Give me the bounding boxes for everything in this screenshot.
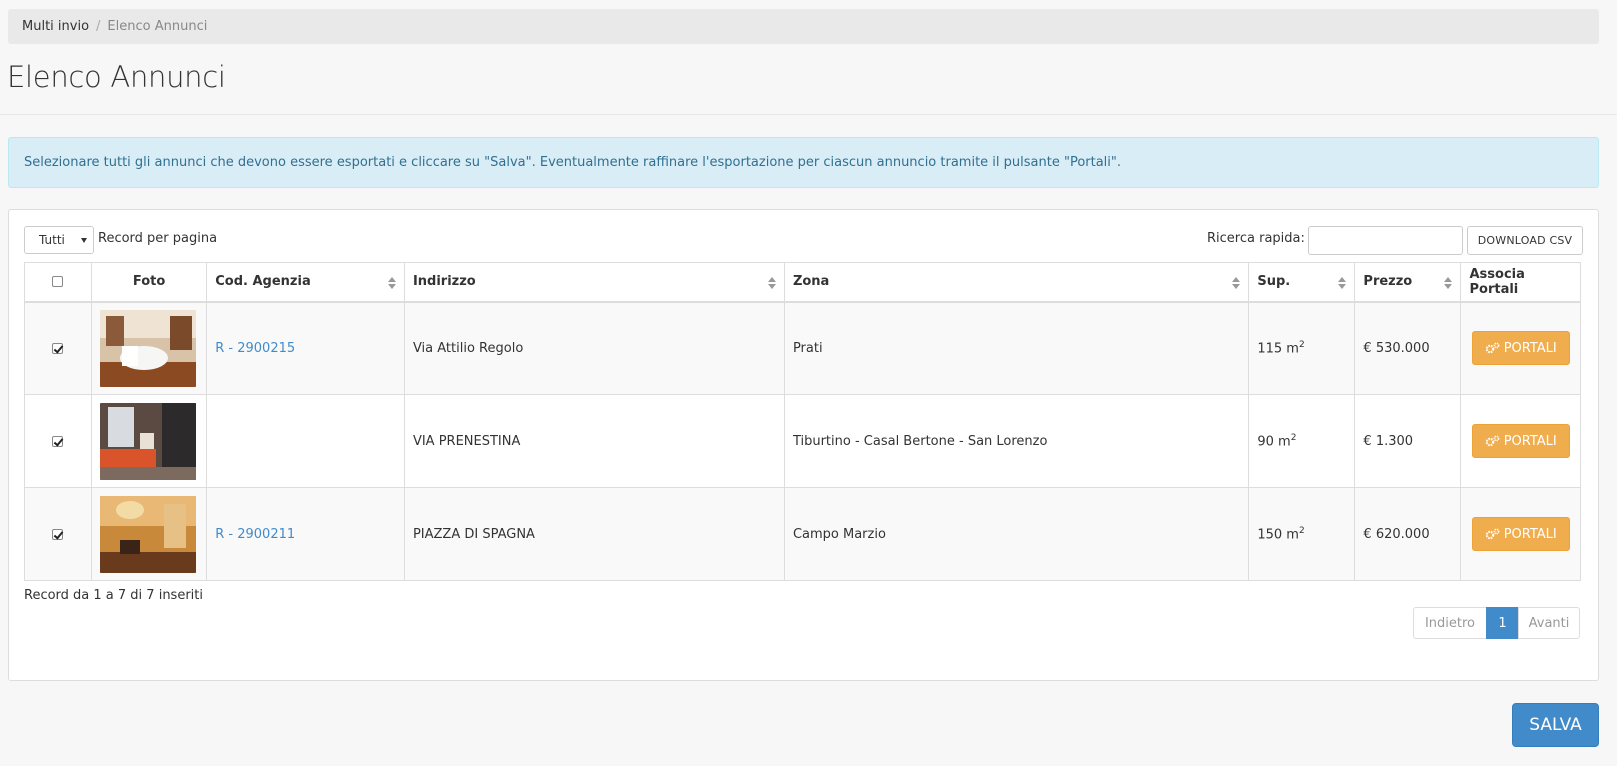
photo-cell [90, 394, 208, 488]
cod-agenzia-cell [206, 394, 405, 488]
pagination-next[interactable]: Avanti [1518, 607, 1580, 639]
info-alert: Selezionare tutti gli annunci che devono… [8, 137, 1599, 188]
breadcrumb-current: Elenco Annunci [107, 19, 208, 34]
photo-cell [90, 487, 208, 581]
cogs-icon [1485, 342, 1500, 354]
table-row: R - 2900211 PIAZZA DI SPAGNA Campo Marzi… [24, 487, 1581, 581]
zona-cell: Campo Marzio [783, 487, 1250, 581]
sort-icon [1232, 277, 1241, 289]
row-select-cell [24, 301, 92, 395]
header-zona-label: Zona [792, 274, 830, 290]
listing-photo [99, 495, 196, 573]
listing-photo [99, 309, 196, 387]
header-prezzo[interactable]: Prezzo [1354, 262, 1462, 303]
cod-agenzia-cell: R - 2900211 [206, 487, 405, 581]
sup-unit: 2 [1298, 525, 1305, 536]
portali-cell: PORTALI [1460, 394, 1581, 488]
header-sup[interactable]: Sup. [1248, 262, 1356, 303]
portali-button[interactable]: PORTALI [1471, 331, 1570, 366]
zona-cell: Prati [783, 301, 1250, 395]
table-header-row: Foto Cod. Agenzia Indirizzo Zona Sup. Pr… [24, 262, 1581, 303]
indirizzo-cell: VIA PRENESTINA [403, 394, 785, 488]
records-info: Record da 1 a 7 di 7 inseriti [24, 588, 203, 603]
photo-cell [90, 301, 208, 395]
cod-agenzia-link[interactable]: R - 2900211 [215, 527, 295, 542]
header-associa-portali: Associa Portali [1460, 262, 1581, 303]
row-checkbox[interactable] [52, 528, 64, 540]
select-all-header [24, 262, 92, 303]
portali-button-label: PORTALI [1503, 433, 1557, 449]
listing-panel: Tutti Record per pagina Ricerca rapida: … [8, 209, 1599, 681]
cod-agenzia-link[interactable]: R - 2900215 [215, 341, 295, 356]
prezzo-cell: € 1.300 [1354, 394, 1462, 488]
pagination-page-1[interactable]: 1 [1486, 607, 1519, 639]
breadcrumb-separator: / [96, 19, 101, 34]
header-cod-agenzia-label: Cod. Agenzia [215, 274, 311, 290]
cogs-icon [1485, 435, 1500, 447]
portali-button-label: PORTALI [1503, 526, 1557, 542]
portali-button[interactable]: PORTALI [1471, 517, 1570, 551]
sort-icon [1444, 277, 1453, 289]
row-checkbox[interactable] [52, 342, 64, 354]
sort-icon [767, 277, 776, 289]
sup-cell: 115 m2 [1248, 301, 1356, 395]
listings-table: Foto Cod. Agenzia Indirizzo Zona Sup. Pr… [24, 262, 1581, 581]
cogs-icon [1485, 528, 1500, 540]
table-row: VIA PRENESTINA Tiburtino - Casal Bertone… [24, 394, 1581, 488]
title-divider [0, 114, 1617, 115]
header-foto: Foto [90, 262, 208, 303]
cod-agenzia-cell: R - 2900215 [206, 301, 405, 395]
indirizzo-cell: Via Attilio Regolo [403, 301, 785, 395]
sup-value: 90 m [1257, 434, 1291, 450]
page-title: Elenco Annunci [7, 60, 226, 94]
listing-photo [99, 402, 196, 480]
header-indirizzo-label: Indirizzo [412, 274, 476, 290]
row-select-cell [24, 487, 92, 581]
prezzo-cell: € 620.000 [1354, 487, 1462, 581]
header-prezzo-label: Prezzo [1363, 274, 1413, 290]
records-per-page-label: Record per pagina [98, 231, 218, 246]
indirizzo-cell: PIAZZA DI SPAGNA [403, 487, 785, 581]
prezzo-cell: € 530.000 [1354, 301, 1462, 395]
header-zona[interactable]: Zona [783, 262, 1250, 303]
zona-cell: Tiburtino - Casal Bertone - San Lorenzo [783, 394, 1250, 488]
download-csv-button[interactable]: DOWNLOAD CSV [1467, 226, 1583, 255]
records-per-page-value: Tutti [39, 233, 65, 247]
quick-search-input[interactable] [1308, 226, 1463, 255]
save-button[interactable]: SALVA [1512, 703, 1599, 747]
caret-down-icon [81, 238, 87, 243]
sort-icon [1338, 277, 1347, 289]
header-indirizzo[interactable]: Indirizzo [403, 262, 785, 303]
header-cod-agenzia[interactable]: Cod. Agenzia [206, 262, 405, 303]
select-all-checkbox[interactable] [52, 276, 64, 288]
portali-cell: PORTALI [1460, 301, 1581, 395]
quick-search-label: Ricerca rapida: [1207, 231, 1305, 246]
sup-unit: 2 [1298, 340, 1305, 351]
records-per-page-select[interactable]: Tutti [24, 226, 94, 254]
portali-cell: PORTALI [1460, 487, 1581, 581]
pagination: Indietro 1 Avanti [1413, 607, 1580, 639]
sup-unit: 2 [1290, 432, 1297, 443]
sup-cell: 150 m2 [1248, 487, 1356, 581]
sort-icon [387, 277, 396, 289]
breadcrumb-multi-invio[interactable]: Multi invio [22, 19, 89, 34]
sup-cell: 90 m2 [1248, 394, 1356, 488]
breadcrumb: Multi invio / Elenco Annunci [8, 9, 1599, 44]
portali-button-label: PORTALI [1503, 340, 1557, 356]
table-row: R - 2900215 Via Attilio Regolo Prati 115… [24, 301, 1581, 395]
sup-value: 150 m [1257, 527, 1299, 543]
header-sup-label: Sup. [1257, 274, 1291, 290]
sup-value: 115 m [1257, 341, 1299, 357]
row-select-cell [24, 394, 92, 488]
info-alert-text: Selezionare tutti gli annunci che devono… [24, 155, 1122, 170]
portali-button[interactable]: PORTALI [1471, 424, 1570, 458]
pagination-prev[interactable]: Indietro [1413, 607, 1487, 639]
row-checkbox[interactable] [52, 435, 64, 447]
